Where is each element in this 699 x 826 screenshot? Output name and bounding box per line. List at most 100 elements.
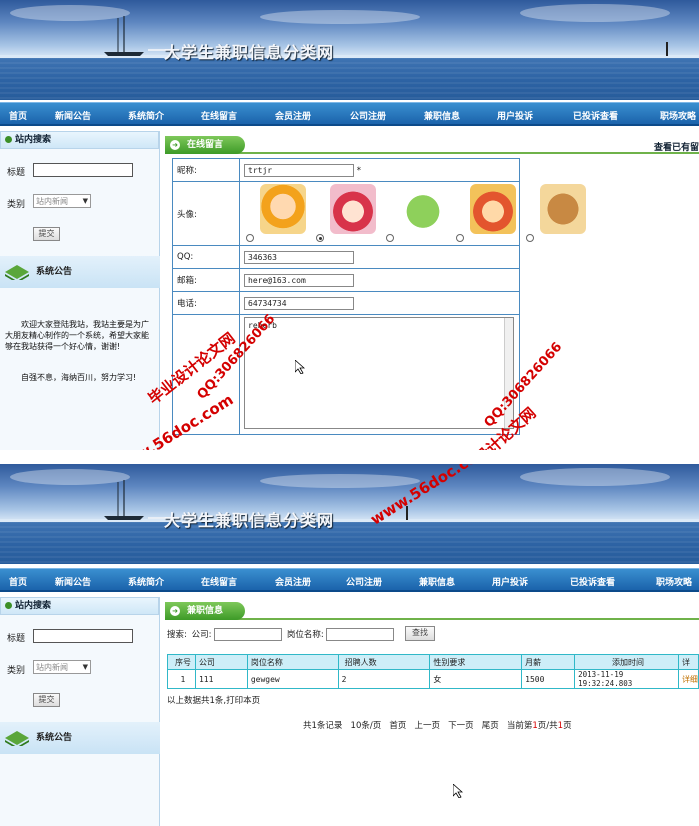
title-input[interactable] xyxy=(33,163,133,177)
category-label: 类别 xyxy=(7,666,26,676)
header-added-time: 添加时间 xyxy=(574,654,679,670)
nav-about[interactable]: 系统简介 xyxy=(128,109,164,122)
cell-gender: 女 xyxy=(429,669,523,689)
book-icon xyxy=(5,265,29,280)
avatar-radio-1[interactable] xyxy=(246,234,254,242)
sailboat-icon xyxy=(104,16,144,56)
avatar-option-4[interactable] xyxy=(470,184,516,234)
main-nav: 首页 新闻公告 系统简介 在线留言 会员注册 公司注册 兼职信息 用户投诉 已投… xyxy=(0,102,699,126)
nickname-input[interactable]: trtjr xyxy=(244,163,354,177)
submit-button[interactable]: 提交 xyxy=(33,693,60,707)
section-header: ➜ 在线留言 查看已有留 xyxy=(165,136,699,154)
nav-company-register[interactable]: 公司注册 xyxy=(350,109,386,122)
pager-per-page: 10条/页 xyxy=(350,721,382,731)
position-input[interactable] xyxy=(326,628,395,641)
nav-complaint[interactable]: 用户投诉 xyxy=(492,575,528,588)
category-select[interactable]: 站内新闻 ▼ xyxy=(33,660,91,674)
category-label: 类别 xyxy=(7,200,26,210)
nav-news[interactable]: 新闻公告 xyxy=(55,109,91,122)
view-messages-link[interactable]: 查看已有留 xyxy=(654,140,699,153)
pager-next[interactable]: 下一页 xyxy=(448,721,474,731)
mouse-cursor-icon xyxy=(453,784,463,798)
header-salary: 月薪 xyxy=(521,654,576,670)
main-content: ➜ 在线留言 查看已有留 昵称: trtjr * 头像: QQ: 346363 … xyxy=(165,136,699,450)
tab-job-info: ➜ 兼职信息 xyxy=(165,602,245,620)
nav-complaint[interactable]: 用户投诉 xyxy=(497,109,533,122)
sidebar: 站内搜索 标题 类别 站内新闻 ▼ 提交 系统公告 欢迎大家登陆我站，我站主要是为… xyxy=(0,131,160,450)
nav-complaint-view[interactable]: 已投诉查看 xyxy=(570,575,615,588)
avatar-option-2[interactable] xyxy=(330,184,376,234)
arrow-right-icon: ➜ xyxy=(170,140,180,150)
search-button[interactable]: 查找 xyxy=(405,626,435,641)
avatar-radio-4[interactable] xyxy=(456,234,464,242)
title-label: 标题 xyxy=(7,168,26,178)
nav-company-register[interactable]: 公司注册 xyxy=(346,575,382,588)
tab-online-message: ➜ 在线留言 xyxy=(165,136,245,154)
screenshot-gap xyxy=(0,450,699,464)
mouse-cursor-icon xyxy=(295,360,305,374)
search-label: 搜索: xyxy=(167,630,187,640)
pager-current-prefix: 当前第 xyxy=(506,721,533,731)
qq-input[interactable]: 346363 xyxy=(244,250,354,264)
nav-home[interactable]: 首页 xyxy=(9,109,27,122)
buoy-icon xyxy=(666,42,668,56)
nav-about[interactable]: 系统简介 xyxy=(128,575,164,588)
nav-news[interactable]: 新闻公告 xyxy=(55,575,91,588)
pager-last[interactable]: 尾页 xyxy=(482,721,499,731)
avatar-radio-2[interactable] xyxy=(316,234,324,242)
sidebar: 站内搜索 标题 类别 站内新闻 ▼ 提交 系统公告 xyxy=(0,597,160,826)
phone-input[interactable]: 64734734 xyxy=(244,296,354,310)
phone-label: 电话: xyxy=(172,291,240,315)
summary-text: 以上数据共1条,打印本页 xyxy=(167,696,261,706)
message-textarea[interactable]: reherb xyxy=(244,317,514,429)
nav-member-register[interactable]: 会员注册 xyxy=(275,109,311,122)
header-gender: 性别要求 xyxy=(429,654,523,670)
section-header: ➜ 兼职信息 xyxy=(165,602,699,620)
avatar-option-5[interactable] xyxy=(540,184,586,234)
avatar-option-1[interactable] xyxy=(260,184,306,234)
pager-prev[interactable]: 上一页 xyxy=(414,721,440,731)
table-row: 1 111 gewgew 2 女 1500 2013-11-19 19:32:2… xyxy=(167,669,699,689)
email-input[interactable]: here@163.com xyxy=(244,273,354,287)
nickname-label: 昵称: xyxy=(172,158,240,182)
nav-jobs[interactable]: 兼职信息 xyxy=(424,109,460,122)
qq-label: QQ: xyxy=(172,245,240,269)
avatar-radio-3[interactable] xyxy=(386,234,394,242)
nav-member-register[interactable]: 会员注册 xyxy=(275,575,311,588)
nav-home[interactable]: 首页 xyxy=(9,575,27,588)
header-banner: 大学生兼职信息分类网 xyxy=(0,0,699,100)
job-table: 序号 公司 岗位名称 招聘人数 性别要求 月薪 添加时间 详 1 111 gew… xyxy=(167,654,699,689)
main-nav: 首页 新闻公告 系统简介 在线留言 会员注册 公司注册 兼职信息 用户投诉 已投… xyxy=(0,568,699,592)
screenshot-job-list: 大学生兼职信息分类网 首页 新闻公告 系统简介 在线留言 会员注册 公司注册 兼… xyxy=(0,464,699,826)
nav-message[interactable]: 在线留言 xyxy=(201,109,237,122)
title-label: 标题 xyxy=(7,634,26,644)
screenshot-online-message: 大学生兼职信息分类网 首页 新闻公告 系统简介 在线留言 会员注册 公司注册 兼… xyxy=(0,0,699,450)
nav-career-tips[interactable]: 职场攻略 xyxy=(656,575,692,588)
job-search-bar: 搜索: 公司: 岗位名称: xyxy=(167,628,395,641)
sailboat-icon xyxy=(104,480,144,520)
category-select[interactable]: 站内新闻 ▼ xyxy=(33,194,91,208)
nav-career-tips[interactable]: 职场攻略 xyxy=(660,109,696,122)
company-label: 公司: xyxy=(191,630,212,640)
pager: 共1条记录 10条/页 首页 上一页 下一页 尾页 当前第1页/共1页 xyxy=(303,719,572,731)
submit-button[interactable]: 提交 xyxy=(33,227,60,241)
search-panel-title: 站内搜索 xyxy=(0,131,159,149)
pager-first[interactable]: 首页 xyxy=(389,721,406,731)
header-headcount: 招聘人数 xyxy=(337,654,431,670)
pager-total: 共1条记录 xyxy=(303,721,343,731)
header-detail: 详 xyxy=(677,654,699,670)
book-icon xyxy=(5,731,29,746)
avatar-option-3[interactable] xyxy=(400,184,446,234)
nav-jobs[interactable]: 兼职信息 xyxy=(419,575,455,588)
detail-link[interactable]: 详细 xyxy=(677,669,699,689)
pager-mid: 页/共 xyxy=(537,721,558,731)
cell-company: 111 xyxy=(194,669,248,689)
nav-message[interactable]: 在线留言 xyxy=(201,575,237,588)
main-content: ➜ 兼职信息 搜索: 公司: 岗位名称: 查找 序号 公司 岗位名称 招聘人数 性… xyxy=(165,602,699,826)
position-label: 岗位名称: xyxy=(286,630,324,640)
title-input[interactable] xyxy=(33,629,133,643)
nav-complaint-view[interactable]: 已投诉查看 xyxy=(573,109,618,122)
notice-text: 欢迎大家登陆我站，我站主要是为广大朋友精心制作的一个系统，希望大家能够在我站获得… xyxy=(5,320,149,351)
company-input[interactable] xyxy=(214,628,283,641)
avatar-radio-5[interactable] xyxy=(526,234,534,242)
